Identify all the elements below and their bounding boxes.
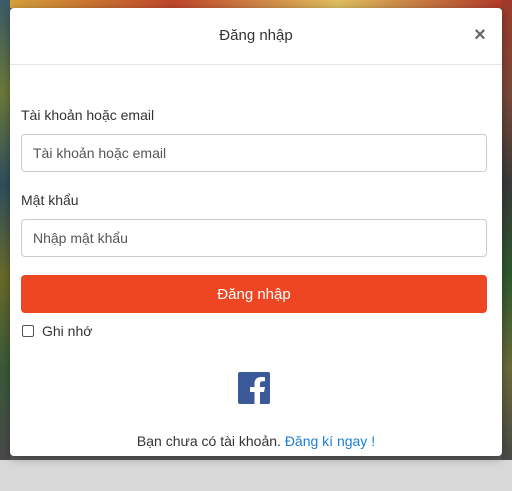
modal-header: Đăng nhập ×	[10, 8, 502, 65]
remember-checkbox[interactable]	[22, 325, 34, 337]
background-bottom-strip	[0, 460, 512, 491]
modal-title: Đăng nhập	[219, 27, 293, 44]
remember-me[interactable]: Ghi nhớ	[22, 323, 92, 339]
register-link[interactable]: Đăng kí ngay !	[285, 433, 375, 449]
register-prompt: Bạn chưa có tài khoản.	[136, 433, 285, 449]
background-left-strip	[0, 0, 10, 460]
remember-label: Ghi nhớ	[42, 323, 93, 339]
login-modal: Đăng nhập × Tài khoản hoặc email Mật khẩ…	[10, 8, 502, 456]
username-input[interactable]	[21, 134, 487, 172]
facebook-glyph	[250, 377, 265, 404]
username-label: Tài khoản hoặc email	[21, 107, 155, 123]
login-button[interactable]: Đăng nhập	[21, 275, 487, 313]
password-input[interactable]	[21, 219, 487, 257]
background-right-strip	[502, 0, 512, 460]
password-label: Mật khẩu	[21, 192, 79, 208]
close-button[interactable]: ×	[470, 24, 490, 46]
facebook-icon[interactable]	[238, 372, 270, 404]
background-top-strip	[10, 0, 502, 8]
register-row: Bạn chưa có tài khoản. Đăng kí ngay !	[10, 433, 502, 449]
